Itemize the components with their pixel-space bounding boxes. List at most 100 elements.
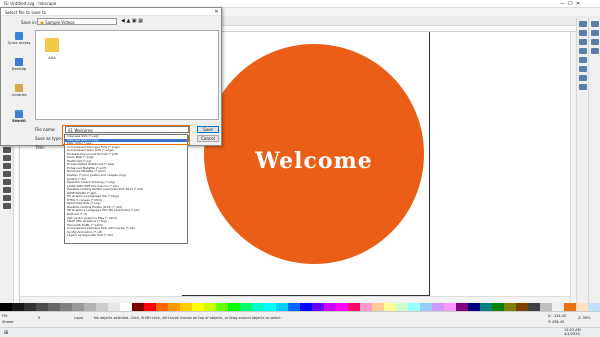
save-in-select[interactable]: ■ Sample Videos	[37, 18, 117, 25]
palette-swatch[interactable]	[156, 303, 168, 311]
palette-swatch[interactable]	[444, 303, 456, 311]
eraser-tool-icon[interactable]	[2, 163, 11, 169]
window-controls[interactable]: — ☐ ✕	[560, 1, 580, 7]
palette-swatch[interactable]	[264, 303, 276, 311]
palette-swatch[interactable]	[228, 303, 240, 311]
palette-swatch[interactable]	[252, 303, 264, 311]
palette-swatch[interactable]	[60, 303, 72, 311]
palette-swatch[interactable]	[0, 303, 12, 311]
toolbox[interactable]	[0, 145, 14, 305]
palette-swatch[interactable]	[348, 303, 360, 311]
spray-tool-icon[interactable]	[2, 155, 11, 161]
palette-swatch[interactable]	[360, 303, 372, 311]
commands-bar-right[interactable]	[576, 18, 588, 306]
place-quick-access[interactable]: Quick access	[5, 32, 33, 56]
palette-swatch[interactable]	[36, 303, 48, 311]
type-option[interactable]: Layers as Separate SVG (*.tar)	[65, 234, 187, 238]
palette-swatch[interactable]	[48, 303, 60, 311]
new-doc-icon[interactable]	[578, 21, 587, 27]
color-palette[interactable]	[0, 303, 600, 311]
connector-tool-icon[interactable]	[2, 203, 11, 209]
palette-swatch[interactable]	[288, 303, 300, 311]
cancel-button[interactable]: Cancel	[197, 135, 219, 142]
undo-icon[interactable]	[578, 75, 587, 81]
palette-swatch[interactable]	[336, 303, 348, 311]
palette-swatch[interactable]	[24, 303, 36, 311]
horizontal-scrollbar[interactable]	[20, 296, 570, 302]
view-menu-icon[interactable]: ▦	[138, 18, 143, 24]
palette-swatch[interactable]	[516, 303, 528, 311]
import-icon[interactable]	[578, 57, 587, 63]
up-folder-icon[interactable]: ▲	[126, 18, 130, 24]
palette-swatch[interactable]	[180, 303, 192, 311]
file-list[interactable]	[35, 30, 219, 120]
text-tool-icon[interactable]	[2, 147, 11, 153]
folder-icon[interactable]	[45, 38, 59, 52]
snap-icon[interactable]	[590, 21, 599, 27]
save-button[interactable]: Save	[197, 126, 219, 133]
open-icon[interactable]	[578, 30, 587, 36]
back-icon[interactable]: ◀	[121, 18, 125, 24]
place-network[interactable]: Network	[5, 112, 33, 123]
close-icon[interactable]: ✕	[212, 8, 221, 16]
opacity-value[interactable]: 0	[38, 316, 40, 320]
snap-nodes-icon[interactable]	[590, 39, 599, 45]
palette-swatch[interactable]	[588, 303, 600, 311]
save-icon[interactable]	[578, 39, 587, 45]
palette-swatch[interactable]	[12, 303, 24, 311]
palette-swatch[interactable]	[120, 303, 132, 311]
palette-swatch[interactable]	[492, 303, 504, 311]
palette-swatch[interactable]	[564, 303, 576, 311]
place-desktop[interactable]: Desktop	[5, 58, 33, 82]
gradient-tool-icon[interactable]	[2, 179, 11, 185]
palette-swatch[interactable]	[312, 303, 324, 311]
palette-swatch[interactable]	[168, 303, 180, 311]
palette-swatch[interactable]	[528, 303, 540, 311]
palette-swatch[interactable]	[324, 303, 336, 311]
menu-bar[interactable]	[222, 8, 600, 16]
layer-select[interactable]: Layer	[74, 316, 84, 320]
palette-swatch[interactable]	[540, 303, 552, 311]
palette-swatch[interactable]	[396, 303, 408, 311]
snap-controls-bar[interactable]	[588, 18, 600, 306]
command-bar[interactable]	[222, 16, 600, 26]
palette-swatch[interactable]	[420, 303, 432, 311]
palette-swatch[interactable]	[96, 303, 108, 311]
mesh-tool-icon[interactable]	[2, 187, 11, 193]
palette-swatch[interactable]	[468, 303, 480, 311]
palette-swatch[interactable]	[408, 303, 420, 311]
dialog-nav-buttons[interactable]: ◀ ▲ ▣ ▦	[121, 18, 161, 25]
place-libraries[interactable]: Libraries	[5, 84, 33, 108]
palette-swatch[interactable]	[132, 303, 144, 311]
palette-swatch[interactable]	[72, 303, 84, 311]
palette-swatch[interactable]	[276, 303, 288, 311]
palette-swatch[interactable]	[432, 303, 444, 311]
snap-bbox-icon[interactable]	[590, 30, 599, 36]
palette-swatch[interactable]	[84, 303, 96, 311]
save-type-dropdown[interactable]: Inkscape SVG (*.svg) Inkscape SVG (*.svg)…	[64, 134, 188, 244]
palette-swatch[interactable]	[456, 303, 468, 311]
palette-swatch[interactable]	[504, 303, 516, 311]
palette-swatch[interactable]	[204, 303, 216, 311]
welcome-text[interactable]: Welcome	[204, 148, 424, 174]
taskbar[interactable]: ⊞ 12:03 AM 4/1/2020	[0, 327, 600, 337]
snap-guide-icon[interactable]	[590, 48, 599, 54]
palette-swatch[interactable]	[240, 303, 252, 311]
palette-swatch[interactable]	[300, 303, 312, 311]
palette-swatch[interactable]	[384, 303, 396, 311]
export-icon[interactable]	[578, 66, 587, 72]
palette-swatch[interactable]	[144, 303, 156, 311]
palette-swatch[interactable]	[216, 303, 228, 311]
redo-icon[interactable]	[578, 84, 587, 90]
zoom-value[interactable]: Z: 59%	[578, 316, 590, 320]
windows-start-icon[interactable]: ⊞	[4, 330, 8, 336]
palette-swatch[interactable]	[372, 303, 384, 311]
bucket-tool-icon[interactable]	[2, 171, 11, 177]
palette-swatch[interactable]	[480, 303, 492, 311]
dropper-tool-icon[interactable]	[2, 195, 11, 201]
palette-swatch[interactable]	[192, 303, 204, 311]
palette-swatch[interactable]	[108, 303, 120, 311]
folder-label[interactable]: AAA	[41, 56, 63, 60]
palette-swatch[interactable]	[576, 303, 588, 311]
new-folder-icon[interactable]: ▣	[132, 18, 137, 24]
